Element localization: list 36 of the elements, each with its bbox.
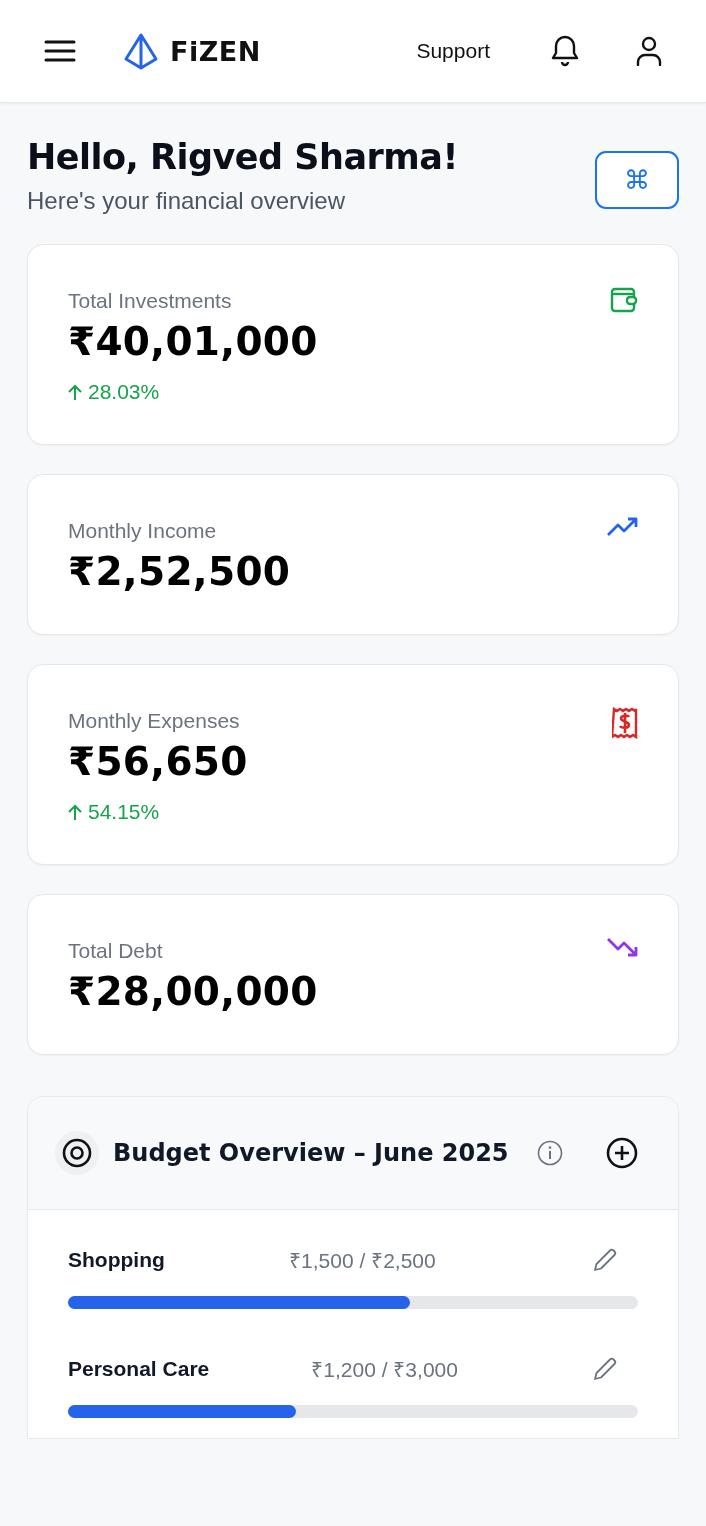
stat-value: ₹28,00,000 — [68, 969, 318, 1014]
arrow-up-icon — [68, 803, 82, 821]
budget-amount: ₹1,200 / ₹3,000 — [311, 1357, 458, 1383]
arrow-up-icon — [68, 383, 82, 401]
user-icon — [636, 36, 662, 66]
pencil-icon — [592, 1356, 618, 1382]
greeting-title: Hello, Rigved Sharma! — [27, 137, 458, 177]
add-button[interactable] — [606, 1137, 638, 1169]
stat-label: Total Investments — [68, 289, 233, 313]
brand-name: FiZEN — [170, 35, 261, 67]
info-icon — [536, 1140, 563, 1166]
support-link[interactable]: Support — [416, 39, 490, 63]
bell-icon — [550, 34, 580, 68]
logo-icon — [122, 32, 160, 70]
info-button[interactable] — [536, 1140, 563, 1166]
stat-label: Monthly Expenses — [68, 709, 241, 733]
plus-circle-icon — [606, 1137, 638, 1169]
category-name: Personal Care — [68, 1357, 210, 1381]
stat-label: Total Debt — [68, 939, 164, 963]
notifications-button[interactable] — [550, 34, 580, 68]
stat-value: ₹40,01,000 — [68, 319, 318, 364]
menu-icon — [44, 39, 76, 63]
shortcut-button[interactable]: ⌘ — [595, 151, 679, 209]
budget-amount: ₹1,500 / ₹2,500 — [289, 1248, 436, 1274]
stat-label: Monthly Income — [68, 519, 218, 543]
menu-button[interactable] — [44, 39, 76, 63]
profile-button[interactable] — [636, 36, 662, 66]
change-percent: 28.03% — [88, 380, 160, 404]
category-name: Shopping — [68, 1248, 165, 1272]
stat-value: ₹56,650 — [68, 739, 248, 784]
pencil-icon — [592, 1247, 618, 1273]
change-percent: 54.15% — [88, 800, 160, 824]
target-icon — [62, 1138, 92, 1168]
greeting-subtitle: Here's your financial overview — [27, 187, 347, 215]
stat-value: ₹2,52,500 — [68, 549, 291, 594]
panel-title: Budget Overview – June 2025 — [113, 1139, 509, 1167]
